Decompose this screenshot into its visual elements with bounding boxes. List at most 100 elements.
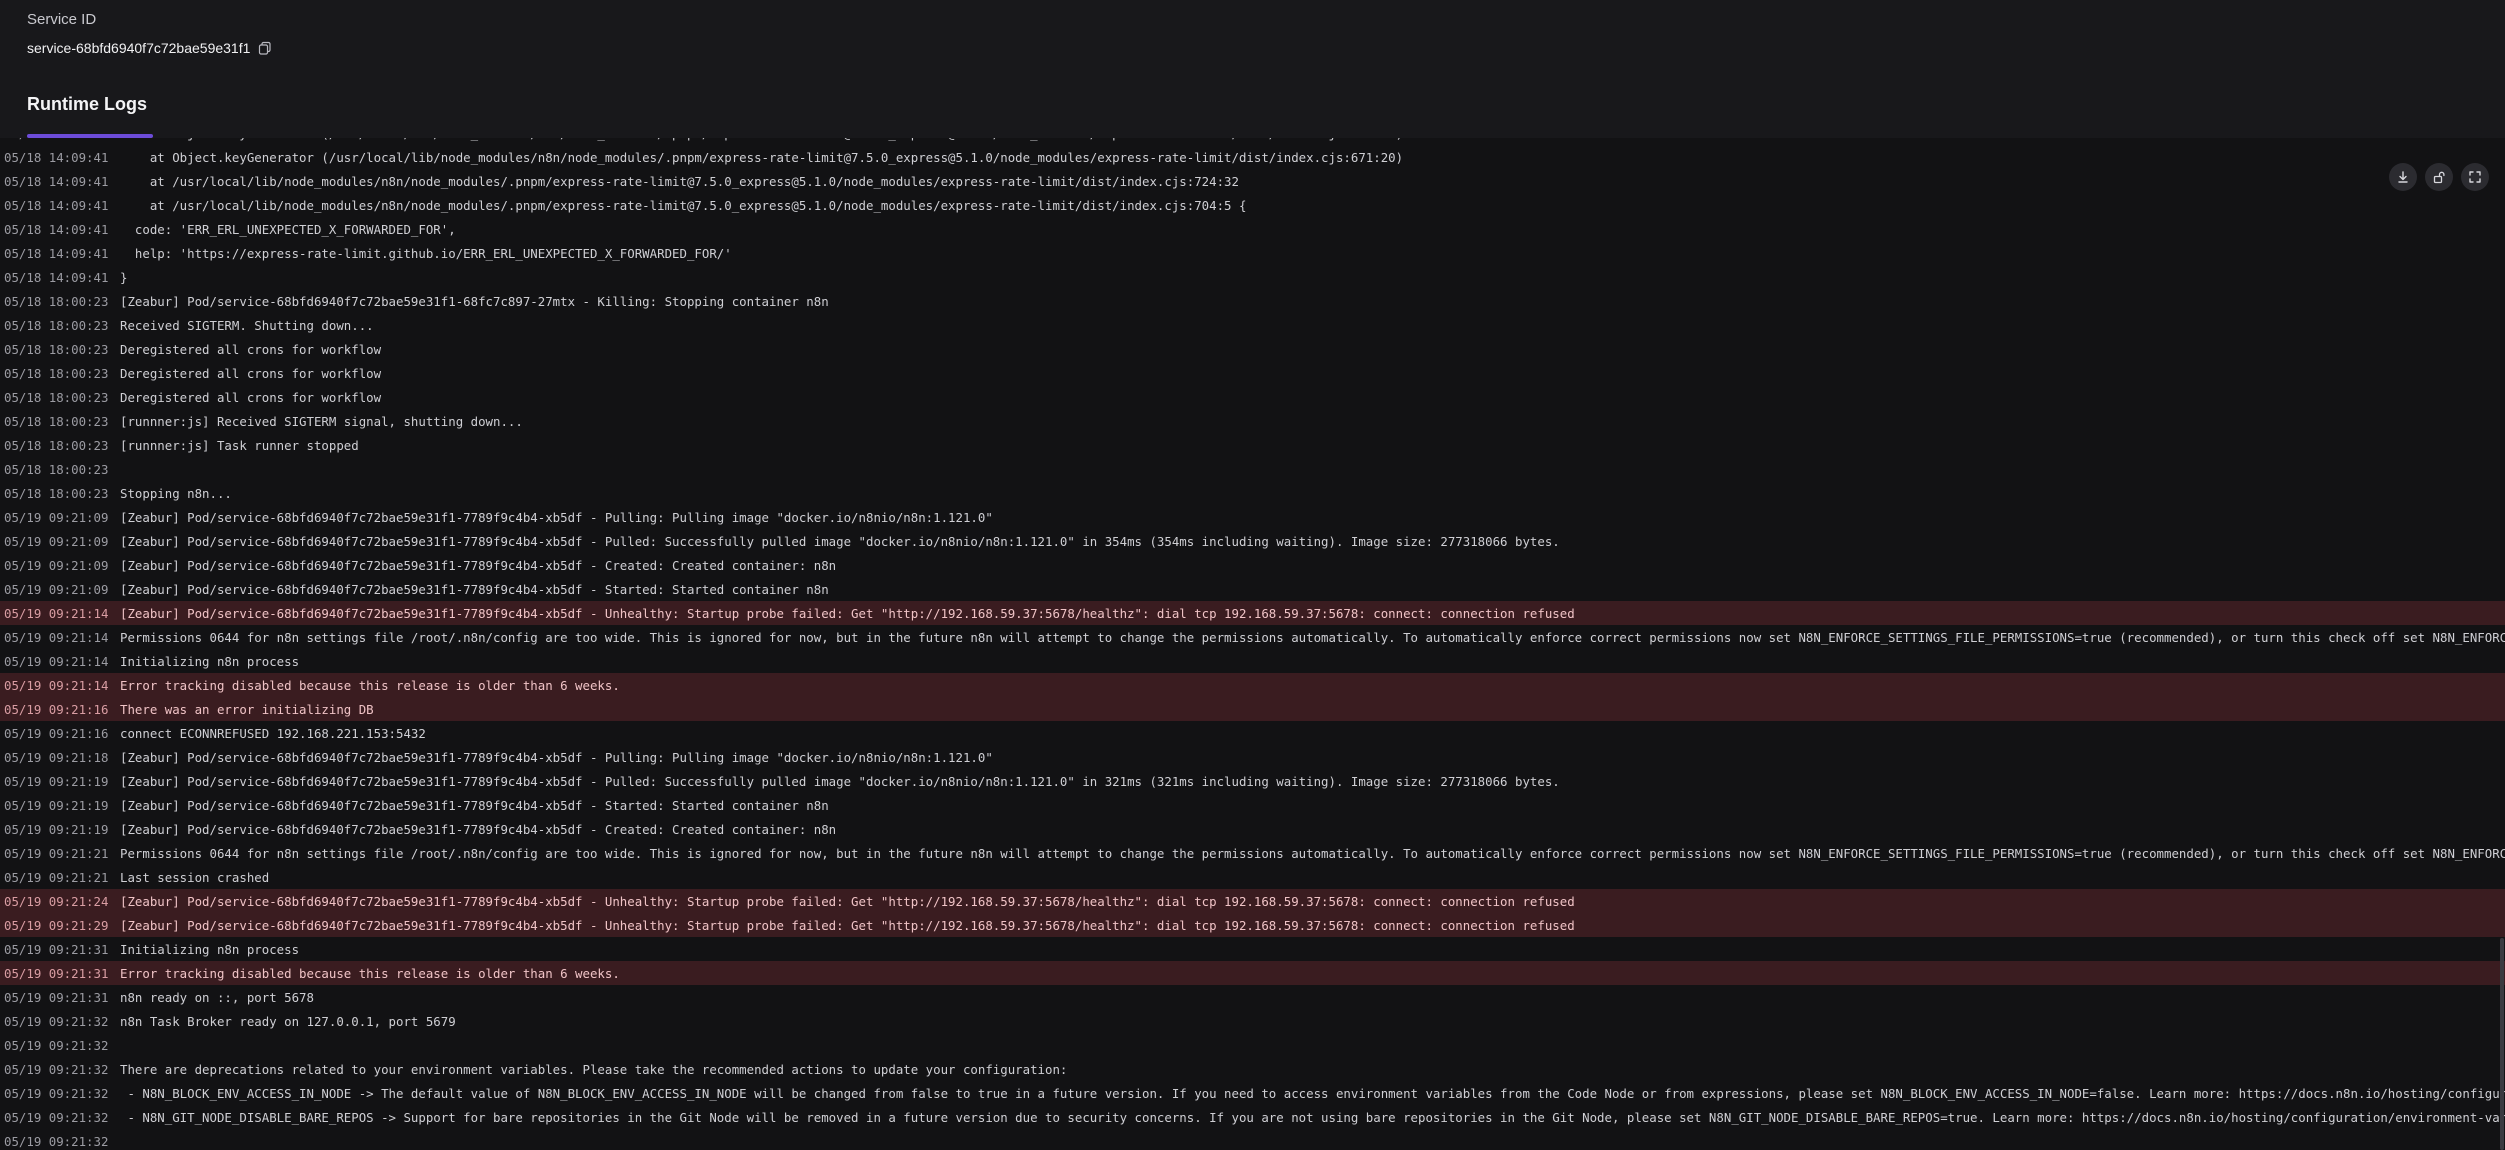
log-timestamp: 05/18 14:09:41 [4, 149, 109, 165]
log-row: 05/18 18:00:23 [runnner:js] Received SIGT… [0, 409, 2505, 433]
log-timestamp: 05/19 09:21:32 [4, 1085, 109, 1101]
log-row: 05/19 09:21:19 [Zeabur] Pod/service-68bfd… [0, 793, 2505, 817]
log-message: [Zeabur] Pod/service-68bfd6940f7c72bae59… [120, 533, 1560, 549]
log-timestamp: 05/18 18:00:23 [4, 293, 109, 309]
log-message: Received SIGTERM. Shutting down... [120, 317, 374, 333]
log-timestamp: 05/19 09:21:14 [4, 653, 109, 669]
log-row: 05/19 09:21:21 Last session crashed [0, 865, 2505, 889]
log-message: There are deprecations related to your e… [120, 1061, 1068, 1077]
log-row: 05/19 09:21:14 Permissions 0644 for n8n s… [0, 625, 2505, 649]
log-message: [Zeabur] Pod/service-68bfd6940f7c72bae59… [120, 749, 993, 765]
log-message: [Zeabur] Pod/service-68bfd6940f7c72bae59… [120, 605, 1575, 621]
log-timestamp: 05/19 09:21:14 [4, 605, 109, 621]
log-row: 05/18 14:09:41 code: 'ERR_ERL_UNEXPECTED… [0, 217, 2505, 241]
log-timestamp: 05/18 18:00:23 [4, 317, 109, 333]
log-timestamp: 05/18 14:09:41 [4, 221, 109, 237]
log-timestamp: 05/19 09:21:31 [4, 941, 109, 957]
log-timestamp: 05/18 18:00:23 [4, 461, 109, 477]
log-toolbar [2389, 163, 2489, 191]
log-row: 05/18 14:09:41} [0, 265, 2505, 289]
log-timestamp: 05/18 18:00:23 [4, 485, 109, 501]
log-message: [Zeabur] Pod/service-68bfd6940f7c72bae59… [120, 557, 837, 573]
lock-open-icon [2433, 171, 2445, 184]
log-row: 05/18 14:09:41 at Object.keyGenerator (/… [0, 138, 2505, 145]
log-timestamp: 05/19 09:21:14 [4, 629, 109, 645]
log-message: connect ECONNREFUSED 192.168.221.153:543… [120, 725, 426, 741]
log-message: [Zeabur] Pod/service-68bfd6940f7c72bae59… [120, 821, 837, 837]
log-timestamp: 05/18 14:09:41 [4, 269, 109, 285]
log-message: [runnner:js] Task runner stopped [120, 437, 359, 453]
log-timestamp: 05/19 09:21:32 [4, 1061, 109, 1077]
service-id-row: service-68bfd6940f7c72bae59e31f1 [27, 40, 272, 56]
log-row: 05/18 18:00:23 Stopping n8n... [0, 481, 2505, 505]
log-timestamp: 05/19 09:21:24 [4, 893, 109, 909]
log-timestamp: 05/19 09:21:32 [4, 1013, 109, 1029]
log-message: There was an error initializing DB [120, 701, 374, 717]
lock-scroll-button[interactable] [2425, 163, 2453, 191]
log-message: n8n ready on ::, port 5678 [120, 989, 314, 1005]
log-timestamp: 05/18 18:00:23 [4, 413, 109, 429]
log-message: Initializing n8n process [120, 941, 300, 957]
log-timestamp: 05/19 09:21:29 [4, 917, 109, 933]
log-row: 05/19 09:21:29 [Zeabur] Pod/service-68bfd… [0, 913, 2505, 937]
log-message: [Zeabur] Pod/service-68bfd6940f7c72bae59… [120, 581, 829, 597]
log-message: [runnner:js] Received SIGTERM signal, sh… [120, 413, 523, 429]
log-row: 05/19 09:21:19 [Zeabur] Pod/service-68bfd… [0, 769, 2505, 793]
log-message: - N8N_BLOCK_ENV_ACCESS_IN_NODE -> The de… [127, 1085, 2505, 1101]
log-message: code: 'ERR_ERL_UNEXPECTED_X_FORWARDED_FO… [120, 221, 456, 237]
copy-icon[interactable] [258, 41, 272, 55]
log-row: 05/18 18:00:23 Deregistered all crons for… [0, 385, 2505, 409]
log-message: - N8N_GIT_NODE_DISABLE_BARE_REPOS -> Sup… [120, 1109, 2505, 1125]
log-row: 05/19 09:21:32 [0, 1033, 2505, 1057]
log-row: 05/18 18:00:23 Deregistered all crons for… [0, 361, 2505, 385]
log-message: [Zeabur] Pod/service-68bfd6940f7c72bae59… [120, 293, 829, 309]
log-row: 05/19 09:21:32 n8n Task Broker ready on 1… [0, 1009, 2505, 1033]
log-timestamp: 05/19 09:21:21 [4, 869, 109, 885]
log-message: [Zeabur] Pod/service-68bfd6940f7c72bae59… [120, 917, 1575, 933]
log-row: 05/18 18:00:23 [Zeabur] Pod/service-68bfd… [0, 289, 2505, 313]
log-message: at /usr/local/lib/node_modules/n8n/node_… [120, 197, 1247, 213]
log-message: Last session crashed [120, 869, 270, 885]
service-id-value: service-68bfd6940f7c72bae59e31f1 [27, 40, 251, 56]
download-icon [2398, 171, 2408, 183]
log-row: 05/19 09:21:32 [0, 1129, 2505, 1150]
log-row: 05/19 09:21:18 [Zeabur] Pod/service-68bfd… [0, 745, 2505, 769]
service-id-label: Service ID [27, 11, 97, 28]
log-timestamp: 05/19 09:21:31 [4, 989, 109, 1005]
service-header: Service ID service-68bfd6940f7c72bae59e3… [0, 0, 2505, 138]
log-timestamp: 05/18 18:00:23 [4, 389, 109, 405]
log-timestamp: 05/19 09:21:09 [4, 509, 109, 525]
log-row: 05/19 09:21:24 [Zeabur] Pod/service-68bfd… [0, 889, 2505, 913]
tab-runtime-logs[interactable]: Runtime Logs [27, 94, 147, 115]
log-row: 05/19 09:21:14 [Zeabur] Pod/service-68bfd… [0, 601, 2505, 625]
log-timestamp: 05/18 14:09:41 [4, 197, 109, 213]
log-timestamp: 05/18 14:09:41 [0, 138, 120, 141]
log-message: Permissions 0644 for n8n settings file /… [120, 629, 2505, 645]
log-row: 05/19 09:21:09 [Zeabur] Pod/service-68bfd… [0, 553, 2505, 577]
log-row: 05/18 18:00:23 [0, 457, 2505, 481]
log-row: 05/19 09:21:31 n8n ready on ::, port 5678 [0, 985, 2505, 1009]
log-row: 05/19 09:21:16 connect ECONNREFUSED 192.1… [0, 721, 2505, 745]
log-viewport[interactable]: 05/18 14:09:41 at Object.keyGenerator (/… [0, 138, 2505, 1150]
log-row: 05/18 14:09:41 help: 'https://express-ra… [0, 241, 2505, 265]
log-list: 05/18 14:09:41 at Object.keyGenerator (/… [0, 138, 2505, 1150]
log-row: 05/19 09:21:09 [Zeabur] Pod/service-68bfd… [0, 577, 2505, 601]
scrollbar-thumb[interactable] [2500, 938, 2504, 1150]
log-message: [Zeabur] Pod/service-68bfd6940f7c72bae59… [120, 797, 829, 813]
log-timestamp: 05/18 14:09:41 [4, 173, 109, 189]
fullscreen-button[interactable] [2461, 163, 2489, 191]
log-message: [Zeabur] Pod/service-68bfd6940f7c72bae59… [120, 773, 1560, 789]
log-message: at Object.keyGenerator (/usr/local/lib/n… [120, 138, 2505, 141]
log-timestamp: 05/19 09:21:09 [4, 557, 109, 573]
log-timestamp: 05/19 09:21:14 [4, 677, 109, 693]
download-logs-button[interactable] [2389, 163, 2417, 191]
log-timestamp: 05/19 09:21:19 [4, 821, 109, 837]
fullscreen-icon [2469, 171, 2481, 183]
log-message: Deregistered all crons for workflow [120, 341, 382, 357]
log-scrollbar[interactable] [2499, 138, 2505, 1150]
log-timestamp: 05/18 18:00:23 [4, 341, 109, 357]
log-message: Initializing n8n process [120, 653, 300, 669]
log-row: 05/18 18:00:23 Received SIGTERM. Shutting… [0, 313, 2505, 337]
log-row: 05/18 14:09:41 at /usr/local/lib/node_mo… [0, 169, 2505, 193]
log-message: n8n Task Broker ready on 127.0.0.1, port… [120, 1013, 456, 1029]
